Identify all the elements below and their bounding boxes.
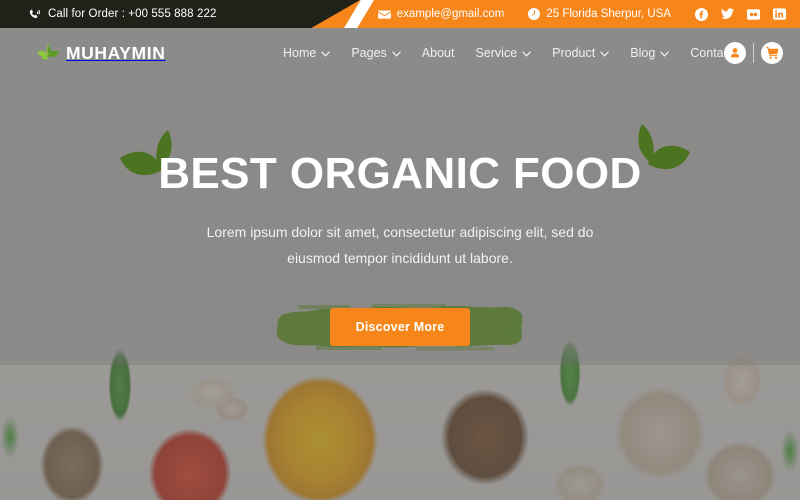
phone-text: Call for Order : +00 555 888 222 [48, 8, 217, 20]
email-text: example@gmail.com [396, 8, 505, 20]
chevron-down-icon [392, 46, 401, 60]
location-block[interactable]: 25 Florida Sherpur, USA [528, 8, 671, 20]
nav-label: Product [552, 46, 596, 60]
nav-label: Blog [630, 46, 656, 60]
cart-button[interactable] [761, 42, 783, 64]
hero-title: BEST ORGANIC FOOD [158, 149, 642, 198]
landing-page: Call for Order : +00 555 888 222 example… [0, 0, 800, 500]
nav-label: Service [475, 46, 518, 60]
nav-label: Pages [351, 46, 387, 60]
account-button[interactable] [724, 42, 746, 64]
header-divider [753, 43, 754, 63]
hero-subtitle: Lorem ipsum dolor sit amet, consectetur … [206, 224, 594, 267]
chevron-down-icon [600, 46, 609, 60]
call-for-order-block: Call for Order : +00 555 888 222 [28, 0, 216, 28]
location-text: 25 Florida Sherpur, USA [546, 8, 671, 20]
chevron-down-icon [522, 46, 531, 60]
flickr-icon[interactable] [747, 8, 760, 20]
user-icon [729, 47, 741, 59]
email-block[interactable]: example@gmail.com [377, 8, 505, 20]
linkedin-icon[interactable] [773, 8, 786, 20]
facebook-icon[interactable] [695, 7, 708, 21]
main-navigation: Home Pages About Service Product Blog Co… [283, 28, 733, 78]
hero-content: BEST ORGANIC FOOD Lorem ipsum dolor sit … [0, 149, 800, 356]
discover-more-button[interactable]: Discover More [329, 308, 471, 347]
nav-item-about[interactable]: About [422, 46, 455, 60]
twitter-icon[interactable] [721, 8, 734, 20]
nav-item-product[interactable]: Product [552, 46, 609, 60]
hero-cta-area: Discover More [0, 298, 800, 356]
main-header: MUHAYMIN Home Pages About Service Produc… [0, 28, 800, 78]
top-utility-bar: Call for Order : +00 555 888 222 example… [0, 0, 800, 28]
site-logo[interactable]: MUHAYMIN [36, 28, 165, 78]
header-action-buttons [724, 28, 783, 78]
shopping-cart-icon [765, 47, 779, 59]
social-links [695, 7, 786, 21]
chevron-down-icon [321, 46, 331, 60]
nav-label: About [421, 46, 455, 60]
nav-item-service[interactable]: Service [475, 46, 531, 60]
clock-icon [528, 8, 541, 20]
chevron-down-icon [660, 46, 670, 60]
logo-text: MUHAYMIN [66, 42, 166, 63]
envelope-icon [377, 9, 391, 20]
nav-item-pages[interactable]: Pages [351, 46, 401, 60]
nav-item-home[interactable]: Home [283, 46, 331, 60]
topbar-right-block: example@gmail.com 25 Florida Sherpur, US… [377, 0, 786, 28]
nav-label: Home [283, 46, 317, 60]
leaf-logo-icon [36, 43, 60, 63]
phone-volume-icon [28, 8, 41, 21]
nav-item-blog[interactable]: Blog [630, 46, 670, 60]
